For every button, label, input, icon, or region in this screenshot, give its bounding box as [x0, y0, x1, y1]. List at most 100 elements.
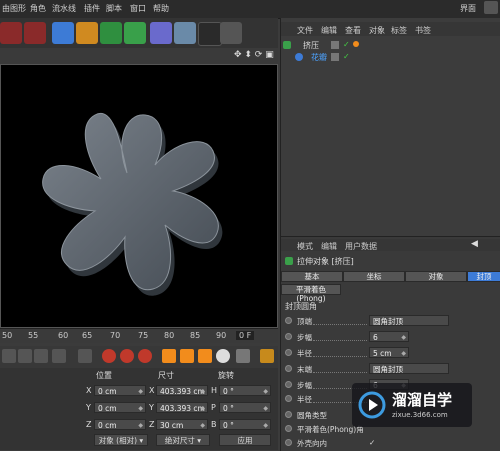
position-x-field[interactable]: 0 cm ◆: [94, 385, 146, 396]
cube-icon[interactable]: [52, 22, 74, 44]
rotation-h-field[interactable]: 0 ° ◆: [219, 385, 271, 396]
play-back-icon[interactable]: [34, 349, 48, 363]
render-view-icon[interactable]: [0, 22, 22, 44]
record-icon[interactable]: [102, 349, 116, 363]
caps-top-select[interactable]: 圆角封顶: [369, 315, 449, 326]
anim-radio[interactable]: [285, 349, 292, 356]
attr-menu-item[interactable]: 模式: [297, 241, 313, 252]
tab-caps[interactable]: 封顶: [467, 271, 500, 282]
om-menu-item[interactable]: 书签: [415, 25, 431, 36]
scale-key-icon[interactable]: [180, 349, 194, 363]
axis-label: X: [149, 386, 155, 395]
extrude-icon: [285, 257, 293, 265]
coordinates-panel: 位置 尺寸 旋转 X 0 cm ◆ X 403.393 cm ◆ H 0 ° ◆ Y …: [0, 368, 278, 450]
menu-item[interactable]: 流水线: [52, 3, 76, 14]
camera-icon[interactable]: [198, 22, 222, 46]
menu-item[interactable]: 插件: [84, 3, 100, 14]
light-icon[interactable]: [220, 22, 242, 44]
hull-inwards-checkbox[interactable]: ✓: [369, 438, 375, 447]
go-start-icon[interactable]: [2, 349, 16, 363]
enabled-check-icon[interactable]: ✓: [343, 52, 350, 61]
rotation-b-field[interactable]: 0 ° ◆: [219, 419, 271, 430]
axis-label: Z: [149, 420, 155, 429]
object-mode-select[interactable]: 对象 (相对) ▾: [94, 434, 148, 446]
anim-radio[interactable]: [285, 333, 292, 340]
tab-object[interactable]: 对象: [405, 271, 467, 282]
position-y-field[interactable]: 0 cm ◆: [94, 402, 146, 413]
visibility-icon[interactable]: [331, 41, 339, 49]
anim-radio[interactable]: [285, 395, 292, 402]
menu-item[interactable]: 窗口: [130, 3, 146, 14]
enabled-check-icon[interactable]: ✓: [343, 40, 350, 49]
om-menu-item[interactable]: 编辑: [321, 25, 337, 36]
attr-menu-item[interactable]: 用户数据: [345, 241, 377, 252]
go-end-icon[interactable]: [78, 349, 92, 363]
object-row[interactable]: 花瓣 ✓: [291, 52, 381, 63]
pen-icon[interactable]: [76, 22, 98, 44]
timeline-tick: 80: [164, 331, 175, 340]
menu-item[interactable]: 由图形: [2, 3, 26, 14]
object-row[interactable]: 挤压 ✓: [283, 40, 383, 51]
size-x-field[interactable]: 403.393 cm ◆: [156, 385, 208, 396]
keyframe-icon[interactable]: [138, 349, 152, 363]
anim-radio[interactable]: [285, 317, 292, 324]
anim-radio[interactable]: [285, 365, 292, 372]
pla-key-icon[interactable]: [236, 349, 250, 363]
om-menu-item[interactable]: 查看: [345, 25, 361, 36]
viewport-header: ✥ ⬍ ⟳ ▣: [0, 48, 278, 64]
om-menu-item[interactable]: 标签: [391, 25, 407, 36]
apply-button[interactable]: 应用: [219, 434, 271, 446]
anim-radio[interactable]: [285, 425, 292, 432]
position-z-field[interactable]: 0 cm ◆: [94, 419, 146, 430]
om-menu-item[interactable]: 文件: [297, 25, 313, 36]
timeline-ruler[interactable]: 50 55 60 65 70 75 80 85 90 0 F: [0, 328, 278, 343]
size-y-field[interactable]: 403.393 cm ◆: [156, 402, 208, 413]
param-key-icon[interactable]: [216, 349, 230, 363]
om-menu-item[interactable]: 对象: [369, 25, 385, 36]
layout-dropdown-icon[interactable]: [484, 1, 498, 14]
tag-icon[interactable]: [353, 41, 359, 47]
axis-label: B: [211, 420, 217, 429]
frame-field[interactable]: 0 F: [236, 331, 255, 340]
floor-icon[interactable]: [174, 22, 196, 44]
back-arrow-icon[interactable]: ◀: [471, 239, 478, 249]
object-manager-menu: 文件 编辑 查看 对象 标签 书签: [281, 22, 500, 36]
attr-tabs: 基本 坐标 对象 封顶: [281, 271, 500, 282]
caps-end-label: 末端: [297, 365, 312, 374]
rotate-key-icon[interactable]: [198, 349, 212, 363]
attr-menu-item[interactable]: 编辑: [321, 241, 337, 252]
object-name: 挤压: [303, 41, 319, 50]
render-picture-icon[interactable]: [24, 22, 46, 44]
rotation-p-field[interactable]: 0 ° ◆: [219, 402, 271, 413]
caps-end-select[interactable]: 圆角封顶: [369, 363, 449, 374]
film-icon[interactable]: [260, 349, 274, 363]
menu-item[interactable]: 脚本: [106, 3, 122, 14]
radius-field[interactable]: 5 cm ◆: [369, 347, 409, 358]
menu-bar: 由图形 角色 流水线 插件 脚本 窗口 帮助 界面: [0, 0, 500, 19]
anim-radio[interactable]: [285, 411, 292, 418]
size-z-field[interactable]: 30 cm ◆: [156, 419, 208, 430]
3d-viewport[interactable]: [0, 64, 278, 328]
steps-field[interactable]: 6◆: [369, 331, 409, 342]
timeline-tick: 70: [110, 331, 121, 340]
anim-radio[interactable]: [285, 381, 292, 388]
loop-icon[interactable]: [52, 349, 66, 363]
tab-basic[interactable]: 基本: [281, 271, 343, 282]
array-icon[interactable]: [124, 22, 146, 44]
tab-coord[interactable]: 坐标: [343, 271, 405, 282]
menu-item[interactable]: 帮助: [153, 3, 169, 14]
menu-item[interactable]: 角色: [30, 3, 46, 14]
visibility-icon[interactable]: [331, 53, 339, 61]
anim-radio[interactable]: [285, 439, 292, 446]
size-header: 尺寸: [158, 371, 174, 380]
viewport-nav-icon[interactable]: ✥ ⬍ ⟳ ▣: [234, 50, 274, 60]
deformer-icon[interactable]: [150, 22, 172, 44]
layout-label[interactable]: 界面: [460, 3, 476, 14]
prev-frame-icon[interactable]: [18, 349, 32, 363]
size-mode-select[interactable]: 绝对尺寸 ▾: [156, 434, 210, 446]
move-key-icon[interactable]: [162, 349, 176, 363]
tab-phong[interactable]: 平滑着色(Phong): [281, 284, 341, 303]
subdivision-icon[interactable]: [100, 22, 122, 44]
autokey-icon[interactable]: [120, 349, 134, 363]
watermark-sub: zixue.3d66.com: [392, 411, 448, 419]
